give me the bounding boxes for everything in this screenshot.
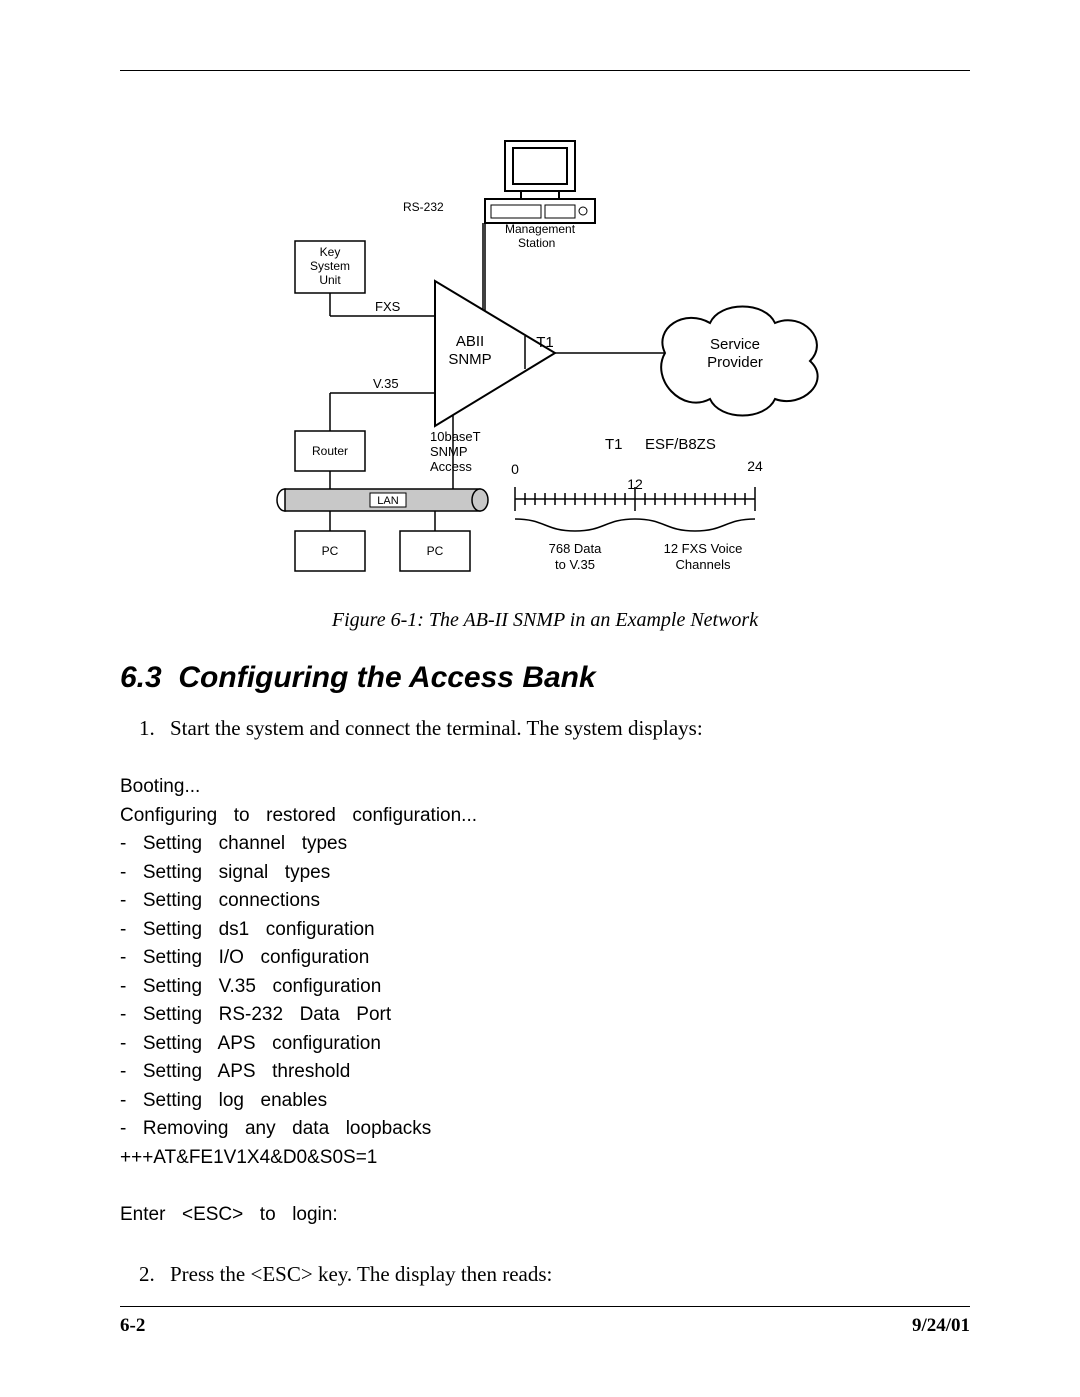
10baset-label-3: Access	[430, 459, 472, 474]
step-1: Start the system and connect the termina…	[160, 713, 970, 743]
step-2: Press the <ESC> key. The display then re…	[160, 1259, 970, 1289]
10baset-label-1: 10baseT	[430, 429, 481, 444]
figure-caption: Figure 6-1: The AB-II SNMP in an Example…	[120, 609, 970, 632]
brace1-label-b: to V.35	[555, 557, 595, 572]
footer-date: 9/24/01	[912, 1315, 970, 1337]
esf-label: ESF/B8ZS	[645, 436, 716, 453]
steps-list-2: Press the <ESC> key. The display then re…	[160, 1259, 970, 1289]
abii-label-2: SNMP	[448, 351, 491, 368]
brace2-label-a: 12 FXS Voice	[664, 541, 743, 556]
ksu-label-1: Key	[320, 245, 341, 259]
management-station-icon	[485, 141, 595, 223]
router-label: Router	[312, 444, 348, 458]
brace-right	[635, 519, 755, 531]
mgmt-label-1: Management	[505, 222, 576, 236]
10baset-label-2: SNMP	[430, 444, 468, 459]
figure-6-1: Management Station Key System	[120, 131, 970, 621]
pc-label-1: PC	[322, 544, 339, 558]
pc-label-2: PC	[427, 544, 444, 558]
ruler-24: 24	[747, 458, 763, 474]
brace2-label-b: Channels	[676, 557, 731, 572]
ksu-label-3: Unit	[319, 273, 341, 287]
rs232-label: RS-232	[403, 200, 444, 214]
sp-label-1: Service	[710, 336, 760, 353]
page: Management Station Key System	[0, 0, 1080, 1397]
t1-left-label: T1	[536, 334, 554, 351]
section-title: Configuring the Access Bank	[178, 661, 595, 694]
top-rule	[120, 70, 970, 71]
terminal-output: Booting... Configuring to restored confi…	[120, 773, 970, 1229]
brace1-label-a: 768 Data	[549, 541, 603, 556]
abii-label-1: ABII	[456, 333, 484, 350]
mgmt-label-2: Station	[518, 236, 555, 250]
fxs-label: FXS	[375, 299, 401, 314]
network-diagram-svg: Management Station Key System	[225, 131, 865, 601]
channel-ruler	[515, 487, 755, 511]
sp-label-2: Provider	[707, 354, 763, 371]
footer: 6-2 9/24/01	[120, 1315, 970, 1337]
steps-list-1: Start the system and connect the termina…	[160, 713, 970, 743]
ruler-0: 0	[511, 461, 519, 477]
section-number: 6.3	[120, 661, 162, 694]
footer-rule: 6-2 9/24/01	[120, 1306, 970, 1337]
lan-label: LAN	[377, 495, 398, 507]
ksu-label-2: System	[310, 259, 350, 273]
section-heading: 6.3 Configuring the Access Bank	[120, 661, 970, 695]
page-number: 6-2	[120, 1315, 145, 1337]
t1-right-label: T1	[605, 436, 623, 453]
v35-label: V.35	[373, 376, 399, 391]
brace-left	[515, 519, 635, 531]
